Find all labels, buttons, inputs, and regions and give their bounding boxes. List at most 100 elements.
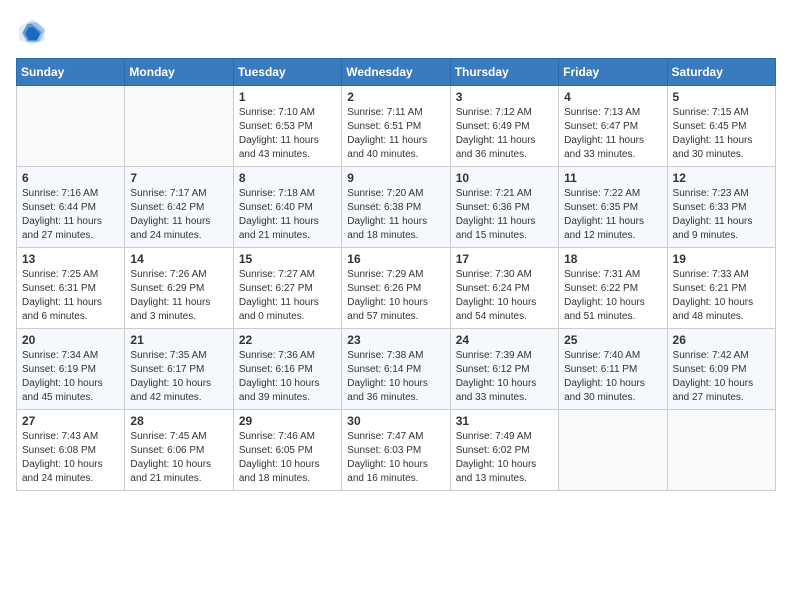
week-row-0: 1 Sunrise: 7:10 AM Sunset: 6:53 PM Daylig… <box>17 86 776 167</box>
day-number: 11 <box>564 171 661 185</box>
day-number: 30 <box>347 414 444 428</box>
calendar-cell: 22 Sunrise: 7:36 AM Sunset: 6:16 PM Dayli… <box>233 329 341 410</box>
day-info: Sunrise: 7:47 AM Sunset: 6:03 PM Dayligh… <box>347 430 444 486</box>
day-number: 27 <box>22 414 119 428</box>
day-info: Sunrise: 7:15 AM Sunset: 6:45 PM Dayligh… <box>673 106 770 162</box>
day-number: 10 <box>456 171 553 185</box>
calendar-cell: 15 Sunrise: 7:27 AM Sunset: 6:27 PM Dayli… <box>233 248 341 329</box>
calendar-cell: 1 Sunrise: 7:10 AM Sunset: 6:53 PM Daylig… <box>233 86 341 167</box>
day-info: Sunrise: 7:36 AM Sunset: 6:16 PM Dayligh… <box>239 349 336 405</box>
day-info: Sunrise: 7:11 AM Sunset: 6:51 PM Dayligh… <box>347 106 444 162</box>
day-number: 22 <box>239 333 336 347</box>
logo <box>16 16 52 48</box>
week-row-2: 13 Sunrise: 7:25 AM Sunset: 6:31 PM Dayli… <box>17 248 776 329</box>
day-info: Sunrise: 7:21 AM Sunset: 6:36 PM Dayligh… <box>456 187 553 243</box>
calendar-cell: 25Sunrise: 7:40 AM Sunset: 6:11 PM Dayli… <box>559 329 667 410</box>
weekday-header-monday: Monday <box>125 59 233 86</box>
day-info: Sunrise: 7:35 AM Sunset: 6:17 PM Dayligh… <box>130 349 227 405</box>
day-number: 15 <box>239 252 336 266</box>
logo-icon <box>16 16 48 48</box>
calendar-cell: 8 Sunrise: 7:18 AM Sunset: 6:40 PM Daylig… <box>233 167 341 248</box>
day-info: Sunrise: 7:18 AM Sunset: 6:40 PM Dayligh… <box>239 187 336 243</box>
calendar-cell: 6 Sunrise: 7:16 AM Sunset: 6:44 PM Daylig… <box>17 167 125 248</box>
calendar-cell: 30 Sunrise: 7:47 AM Sunset: 6:03 PM Dayli… <box>342 410 450 491</box>
page: SundayMondayTuesdayWednesdayThursdayFrid… <box>0 0 792 507</box>
calendar-cell: 4Sunrise: 7:13 AM Sunset: 6:47 PM Daylig… <box>559 86 667 167</box>
header <box>16 16 776 48</box>
day-number: 12 <box>673 171 770 185</box>
day-number: 13 <box>22 252 119 266</box>
day-info: Sunrise: 7:34 AM Sunset: 6:19 PM Dayligh… <box>22 349 119 405</box>
calendar-cell: 24 Sunrise: 7:39 AM Sunset: 6:12 PM Dayli… <box>450 329 558 410</box>
day-number: 9 <box>347 171 444 185</box>
day-info: Sunrise: 7:16 AM Sunset: 6:44 PM Dayligh… <box>22 187 119 243</box>
day-info: Sunrise: 7:17 AM Sunset: 6:42 PM Dayligh… <box>130 187 227 243</box>
weekday-header-thursday: Thursday <box>450 59 558 86</box>
day-info: Sunrise: 7:10 AM Sunset: 6:53 PM Dayligh… <box>239 106 336 162</box>
weekday-header-row: SundayMondayTuesdayWednesdayThursdayFrid… <box>17 59 776 86</box>
calendar-cell: 7 Sunrise: 7:17 AM Sunset: 6:42 PM Daylig… <box>125 167 233 248</box>
calendar-cell: 28 Sunrise: 7:45 AM Sunset: 6:06 PM Dayli… <box>125 410 233 491</box>
calendar-cell: 19Sunrise: 7:33 AM Sunset: 6:21 PM Dayli… <box>667 248 775 329</box>
day-number: 16 <box>347 252 444 266</box>
day-info: Sunrise: 7:49 AM Sunset: 6:02 PM Dayligh… <box>456 430 553 486</box>
day-info: Sunrise: 7:22 AM Sunset: 6:35 PM Dayligh… <box>564 187 661 243</box>
day-info: Sunrise: 7:33 AM Sunset: 6:21 PM Dayligh… <box>673 268 770 324</box>
weekday-header-wednesday: Wednesday <box>342 59 450 86</box>
calendar-cell: 29 Sunrise: 7:46 AM Sunset: 6:05 PM Dayli… <box>233 410 341 491</box>
weekday-header-friday: Friday <box>559 59 667 86</box>
day-number: 5 <box>673 90 770 104</box>
day-number: 21 <box>130 333 227 347</box>
day-info: Sunrise: 7:40 AM Sunset: 6:11 PM Dayligh… <box>564 349 661 405</box>
calendar-cell: 5 Sunrise: 7:15 AM Sunset: 6:45 PM Daylig… <box>667 86 775 167</box>
calendar-cell: 3Sunrise: 7:12 AM Sunset: 6:49 PM Daylig… <box>450 86 558 167</box>
calendar-cell: 14 Sunrise: 7:26 AM Sunset: 6:29 PM Dayli… <box>125 248 233 329</box>
day-number: 2 <box>347 90 444 104</box>
day-number: 8 <box>239 171 336 185</box>
day-info: Sunrise: 7:42 AM Sunset: 6:09 PM Dayligh… <box>673 349 770 405</box>
weekday-header-sunday: Sunday <box>17 59 125 86</box>
day-number: 24 <box>456 333 553 347</box>
day-number: 29 <box>239 414 336 428</box>
day-number: 18 <box>564 252 661 266</box>
calendar-cell: 23Sunrise: 7:38 AM Sunset: 6:14 PM Dayli… <box>342 329 450 410</box>
day-number: 6 <box>22 171 119 185</box>
calendar-cell <box>667 410 775 491</box>
calendar-cell <box>17 86 125 167</box>
calendar-cell: 12 Sunrise: 7:23 AM Sunset: 6:33 PM Dayli… <box>667 167 775 248</box>
day-info: Sunrise: 7:39 AM Sunset: 6:12 PM Dayligh… <box>456 349 553 405</box>
day-number: 28 <box>130 414 227 428</box>
calendar-cell: 16Sunrise: 7:29 AM Sunset: 6:26 PM Dayli… <box>342 248 450 329</box>
day-number: 23 <box>347 333 444 347</box>
day-info: Sunrise: 7:23 AM Sunset: 6:33 PM Dayligh… <box>673 187 770 243</box>
calendar-cell: 31 Sunrise: 7:49 AM Sunset: 6:02 PM Dayli… <box>450 410 558 491</box>
day-info: Sunrise: 7:13 AM Sunset: 6:47 PM Dayligh… <box>564 106 661 162</box>
day-info: Sunrise: 7:45 AM Sunset: 6:06 PM Dayligh… <box>130 430 227 486</box>
day-info: Sunrise: 7:12 AM Sunset: 6:49 PM Dayligh… <box>456 106 553 162</box>
day-info: Sunrise: 7:20 AM Sunset: 6:38 PM Dayligh… <box>347 187 444 243</box>
day-info: Sunrise: 7:25 AM Sunset: 6:31 PM Dayligh… <box>22 268 119 324</box>
calendar-cell <box>559 410 667 491</box>
weekday-header-saturday: Saturday <box>667 59 775 86</box>
calendar-cell: 10 Sunrise: 7:21 AM Sunset: 6:36 PM Dayli… <box>450 167 558 248</box>
day-info: Sunrise: 7:26 AM Sunset: 6:29 PM Dayligh… <box>130 268 227 324</box>
calendar-cell: 20 Sunrise: 7:34 AM Sunset: 6:19 PM Dayli… <box>17 329 125 410</box>
calendar-cell: 13 Sunrise: 7:25 AM Sunset: 6:31 PM Dayli… <box>17 248 125 329</box>
day-info: Sunrise: 7:46 AM Sunset: 6:05 PM Dayligh… <box>239 430 336 486</box>
day-info: Sunrise: 7:31 AM Sunset: 6:22 PM Dayligh… <box>564 268 661 324</box>
day-number: 20 <box>22 333 119 347</box>
calendar-cell: 26 Sunrise: 7:42 AM Sunset: 6:09 PM Dayli… <box>667 329 775 410</box>
day-number: 26 <box>673 333 770 347</box>
day-info: Sunrise: 7:30 AM Sunset: 6:24 PM Dayligh… <box>456 268 553 324</box>
calendar-cell: 27 Sunrise: 7:43 AM Sunset: 6:08 PM Dayli… <box>17 410 125 491</box>
day-number: 31 <box>456 414 553 428</box>
day-number: 7 <box>130 171 227 185</box>
calendar-cell: 17Sunrise: 7:30 AM Sunset: 6:24 PM Dayli… <box>450 248 558 329</box>
day-number: 14 <box>130 252 227 266</box>
day-info: Sunrise: 7:27 AM Sunset: 6:27 PM Dayligh… <box>239 268 336 324</box>
calendar-cell: 11 Sunrise: 7:22 AM Sunset: 6:35 PM Dayli… <box>559 167 667 248</box>
day-number: 1 <box>239 90 336 104</box>
day-info: Sunrise: 7:43 AM Sunset: 6:08 PM Dayligh… <box>22 430 119 486</box>
calendar-cell: 9 Sunrise: 7:20 AM Sunset: 6:38 PM Daylig… <box>342 167 450 248</box>
calendar-cell: 21 Sunrise: 7:35 AM Sunset: 6:17 PM Dayli… <box>125 329 233 410</box>
